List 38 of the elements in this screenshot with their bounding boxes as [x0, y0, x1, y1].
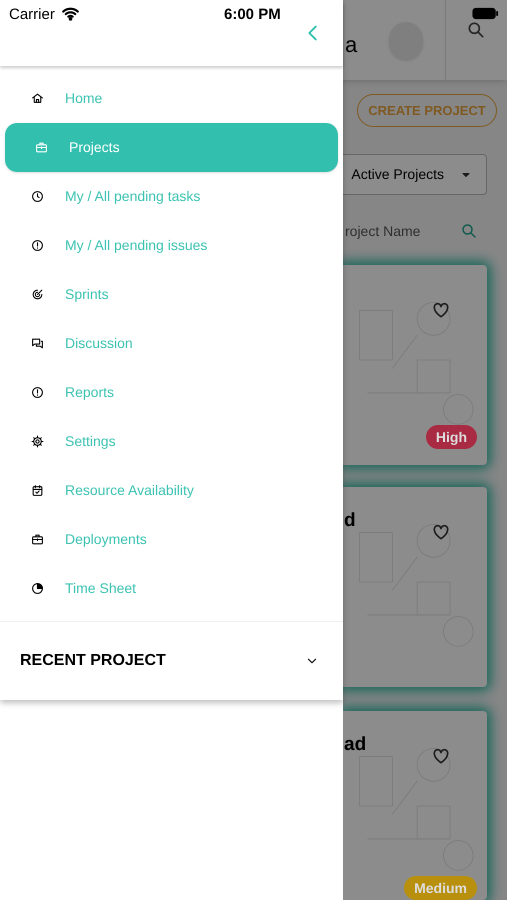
briefcase-icon — [35, 141, 48, 154]
pie-chart-icon — [31, 582, 44, 595]
menu-item[interactable]: Sprints — [5, 270, 338, 319]
menu-item[interactable]: Projects — [5, 123, 338, 172]
clock-time: 6:00 PM — [224, 5, 281, 25]
menu-item[interactable]: My / All pending issues — [5, 221, 338, 270]
search-icon — [460, 222, 478, 240]
create-project-button[interactable]: CREATE PROJECT — [357, 94, 497, 127]
menu-item[interactable]: Discussion — [5, 319, 338, 368]
alert-icon — [31, 386, 44, 399]
menu-item[interactable]: Reports — [5, 368, 338, 417]
menu-item[interactable]: Settings — [5, 417, 338, 466]
target-icon — [31, 288, 44, 301]
menu-item[interactable]: Deployments — [5, 515, 338, 564]
search-field[interactable]: roject Name — [345, 220, 445, 242]
briefcase-icon — [31, 533, 44, 546]
card-title: ad — [344, 733, 366, 757]
battery-icon — [472, 7, 499, 20]
search-icon — [466, 20, 486, 40]
alert-icon — [31, 239, 44, 252]
project-card[interactable]: d — [343, 487, 487, 687]
project-card[interactable]: High — [343, 265, 487, 465]
priority-label: Medium — [404, 876, 477, 900]
chat-icon — [31, 337, 44, 350]
calendar-icon — [31, 484, 44, 497]
carrier-label: Carrier — [9, 5, 55, 25]
project-card[interactable]: ad Medium — [343, 711, 487, 900]
gear-icon — [31, 435, 44, 448]
priority-label: High — [426, 425, 477, 449]
card-title: d — [344, 509, 356, 533]
clock-icon — [31, 190, 44, 203]
home-icon — [31, 92, 44, 105]
menu-item[interactable]: Home — [5, 74, 338, 123]
header-title: a — [345, 31, 358, 59]
wifi-icon — [61, 5, 80, 21]
recent-project-header[interactable]: RECENT PROJECT — [0, 622, 343, 700]
menu-item[interactable]: Time Sheet — [5, 564, 338, 613]
menu-item[interactable]: Resource Availability — [5, 466, 338, 515]
